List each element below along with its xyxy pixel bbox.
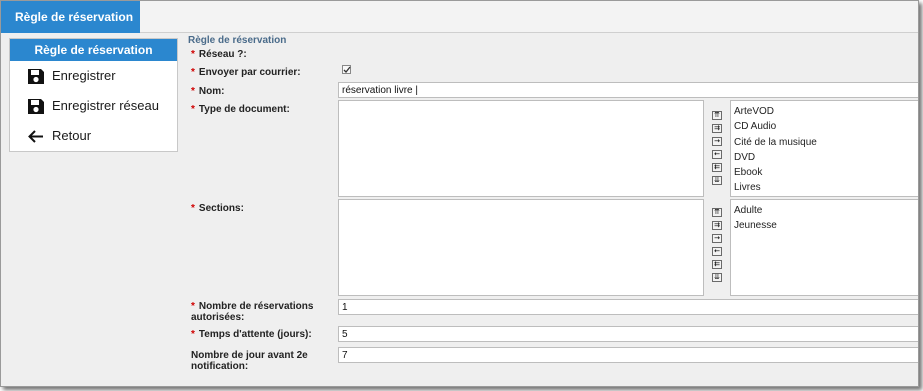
required-mark: * bbox=[191, 329, 195, 340]
save-label: Enregistrer bbox=[52, 68, 116, 83]
list-item[interactable]: Adulte bbox=[731, 203, 918, 218]
nb-jour-input[interactable]: 7 bbox=[338, 347, 918, 363]
type-doc-available-list[interactable]: ArteVOD CD Audio Cité de la musique DVD … bbox=[730, 100, 918, 197]
back-label: Retour bbox=[52, 128, 92, 143]
move-all-right-button[interactable]: ⇉ bbox=[712, 124, 722, 133]
save-network-label: Enregistrer réseau bbox=[52, 98, 159, 113]
list-item[interactable]: DVD bbox=[731, 150, 918, 165]
sections-arrow-buttons: ⇈ ⇉ → ← ⇇ ⇊ bbox=[712, 208, 723, 286]
sections-label-text: Sections: bbox=[198, 203, 244, 214]
move-bottom-button[interactable]: ⇊ bbox=[712, 176, 722, 185]
required-mark: * bbox=[191, 67, 195, 78]
tab-bar: Règle de réservation bbox=[1, 1, 918, 33]
nb-reservations-input[interactable]: 1 bbox=[338, 299, 918, 315]
required-mark: * bbox=[191, 301, 195, 312]
move-top-button[interactable]: ⇈ bbox=[712, 111, 722, 120]
required-mark: * bbox=[191, 86, 195, 97]
nb-jour-label: Nombre de jour avant 2e notification: bbox=[191, 350, 308, 372]
move-top-button[interactable]: ⇈ bbox=[712, 208, 722, 217]
sections-label: * Sections: bbox=[191, 203, 244, 214]
type-doc-arrow-buttons: ⇈ ⇉ → ← ⇇ ⇊ bbox=[712, 111, 723, 189]
courrier-checkbox[interactable] bbox=[342, 65, 351, 74]
temps-attente-label-text: Temps d'attente (jours): bbox=[198, 329, 312, 340]
sections-selected-list[interactable] bbox=[338, 199, 704, 296]
save-icon bbox=[28, 69, 44, 84]
action-panel: Règle de réservation Enregistrer Enregis… bbox=[9, 38, 178, 152]
save-button[interactable]: Enregistrer bbox=[10, 61, 177, 91]
move-all-left-button[interactable]: ⇇ bbox=[712, 260, 722, 269]
save-icon bbox=[28, 99, 44, 114]
required-mark: * bbox=[191, 49, 195, 60]
list-item[interactable]: Cité de la musique bbox=[731, 135, 918, 150]
courrier-label-text: Envoyer par courrier: bbox=[198, 67, 301, 78]
nom-label: * Nom: bbox=[191, 86, 224, 97]
move-right-button[interactable]: → bbox=[712, 137, 722, 146]
move-bottom-button[interactable]: ⇊ bbox=[712, 273, 722, 282]
panel-header: Règle de réservation bbox=[10, 39, 177, 61]
list-item[interactable]: Ebook bbox=[731, 165, 918, 180]
move-left-button[interactable]: ← bbox=[712, 150, 722, 159]
list-item[interactable]: Livres bbox=[731, 180, 918, 195]
list-item[interactable]: CD Audio bbox=[731, 119, 918, 134]
save-network-button[interactable]: Enregistrer réseau bbox=[10, 91, 177, 121]
nom-input[interactable]: réservation livre | bbox=[338, 82, 918, 98]
type-doc-selected-list[interactable] bbox=[338, 100, 704, 197]
tab-regle-reservation[interactable]: Règle de réservation bbox=[1, 1, 140, 33]
nom-label-text: Nom: bbox=[198, 86, 225, 97]
move-right-button[interactable]: → bbox=[712, 234, 722, 243]
nb-reservations-label-text: Nombre de réservations autorisées: bbox=[191, 301, 314, 323]
list-item[interactable]: ArteVOD bbox=[731, 104, 918, 119]
list-item[interactable]: Jeunesse bbox=[731, 218, 918, 233]
sections-available-list[interactable]: Adulte Jeunesse bbox=[730, 199, 918, 296]
required-mark: * bbox=[191, 104, 195, 115]
temps-attente-input[interactable]: 5 bbox=[338, 326, 918, 342]
reseau-label-text: Réseau ?: bbox=[198, 49, 247, 60]
checkmark-icon bbox=[343, 66, 351, 73]
type-doc-label-text: Type de document: bbox=[198, 104, 290, 115]
section-title: Règle de réservation bbox=[188, 35, 287, 46]
courrier-label: * Envoyer par courrier: bbox=[191, 67, 301, 78]
move-left-button[interactable]: ← bbox=[712, 247, 722, 256]
type-doc-label: * Type de document: bbox=[191, 104, 290, 115]
back-button[interactable]: Retour bbox=[10, 121, 177, 151]
temps-attente-label: * Temps d'attente (jours): bbox=[191, 329, 312, 340]
nb-reservations-label: * Nombre de réservations autorisées: bbox=[191, 301, 331, 323]
reseau-label: * Réseau ?: bbox=[191, 49, 247, 60]
arrow-left-icon bbox=[28, 130, 43, 143]
window: Règle de réservation Règle de réservatio… bbox=[0, 0, 919, 387]
move-all-right-button[interactable]: ⇉ bbox=[712, 221, 722, 230]
required-mark: * bbox=[191, 203, 195, 214]
move-all-left-button[interactable]: ⇇ bbox=[712, 163, 722, 172]
